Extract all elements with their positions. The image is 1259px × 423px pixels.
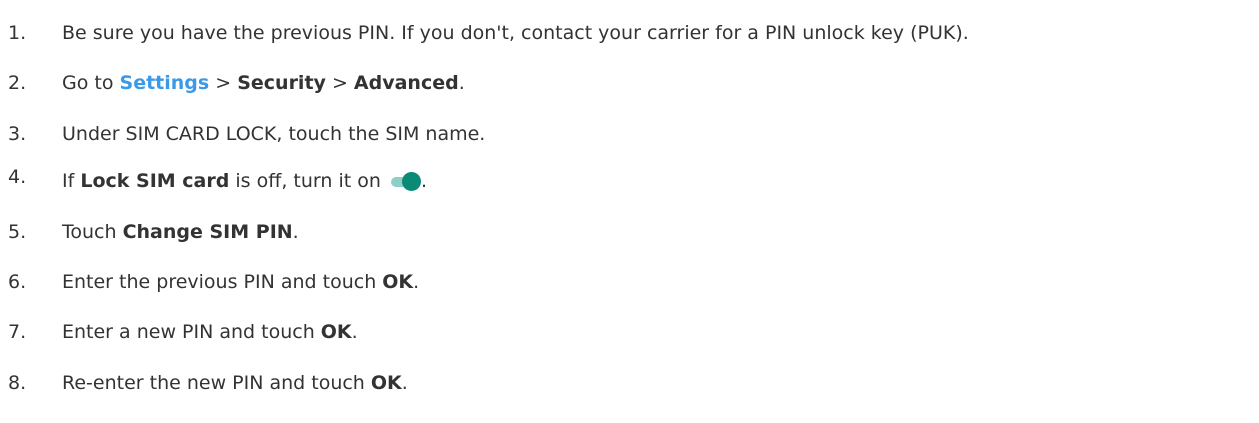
step-number: 1. — [8, 22, 27, 44]
step-number: 6. — [8, 271, 27, 293]
step-number: 4. — [8, 166, 27, 188]
breadcrumb-separator: > — [325, 72, 354, 94]
step-number: 3. — [8, 123, 27, 145]
step-2: 2. Go to Settings > Security > Advanced. — [0, 67, 1259, 99]
step-number: 7. — [8, 321, 27, 343]
step-number: 2. — [8, 72, 27, 94]
ok-label: OK — [370, 372, 402, 394]
ok-label: OK — [320, 321, 352, 343]
step-middle: is off, turn it on — [229, 170, 387, 192]
step-suffix: . — [351, 321, 358, 343]
step-text: Enter the previous PIN and touch OK. — [62, 266, 419, 298]
step-prefix: Go to — [62, 72, 120, 94]
step-prefix: Touch — [62, 221, 123, 243]
step-suffix: . — [420, 170, 427, 192]
step-4: 4. If Lock SIM card is off, turn it on . — [0, 165, 1259, 197]
ok-label: OK — [382, 271, 414, 293]
step-text: Re-enter the new PIN and touch OK. — [62, 367, 408, 399]
step-suffix: . — [413, 271, 420, 293]
breadcrumb-separator: > — [209, 72, 238, 94]
step-5: 5. Touch Change SIM PIN. — [0, 216, 1259, 248]
step-6: 6. Enter the previous PIN and touch OK. — [0, 266, 1259, 298]
step-suffix: . — [401, 372, 408, 394]
step-suffix: . — [292, 221, 299, 243]
step-7: 7. Enter a new PIN and touch OK. — [0, 316, 1259, 348]
security-label: Security — [237, 72, 326, 94]
step-prefix: If — [62, 170, 81, 192]
step-text: Under SIM CARD LOCK, touch the SIM name. — [62, 123, 486, 145]
step-text: Be sure you have the previous PIN. If yo… — [62, 22, 969, 44]
step-text: If Lock SIM card is off, turn it on . — [62, 165, 427, 197]
step-1: 1. Be sure you have the previous PIN. If… — [0, 17, 1259, 49]
change-sim-pin-label: Change SIM PIN — [122, 221, 293, 243]
step-text: Go to Settings > Security > Advanced. — [62, 67, 465, 99]
lock-sim-card-label: Lock SIM card — [80, 170, 230, 192]
advanced-label: Advanced — [353, 72, 459, 94]
step-prefix: Enter a new PIN and touch — [62, 321, 321, 343]
toggle-on-icon — [390, 172, 421, 191]
step-number: 8. — [8, 372, 27, 394]
step-8: 8. Re-enter the new PIN and touch OK. — [0, 367, 1259, 399]
toggle-thumb — [401, 172, 421, 191]
step-prefix: Re-enter the new PIN and touch — [62, 372, 371, 394]
step-text: Touch Change SIM PIN. — [62, 216, 299, 248]
step-3: 3. Under SIM CARD LOCK, touch the SIM na… — [0, 118, 1259, 150]
step-number: 5. — [8, 221, 27, 243]
step-prefix: Enter the previous PIN and touch — [62, 271, 383, 293]
step-suffix: . — [458, 72, 465, 94]
step-text: Enter a new PIN and touch OK. — [62, 316, 358, 348]
settings-link[interactable]: Settings — [120, 72, 210, 94]
